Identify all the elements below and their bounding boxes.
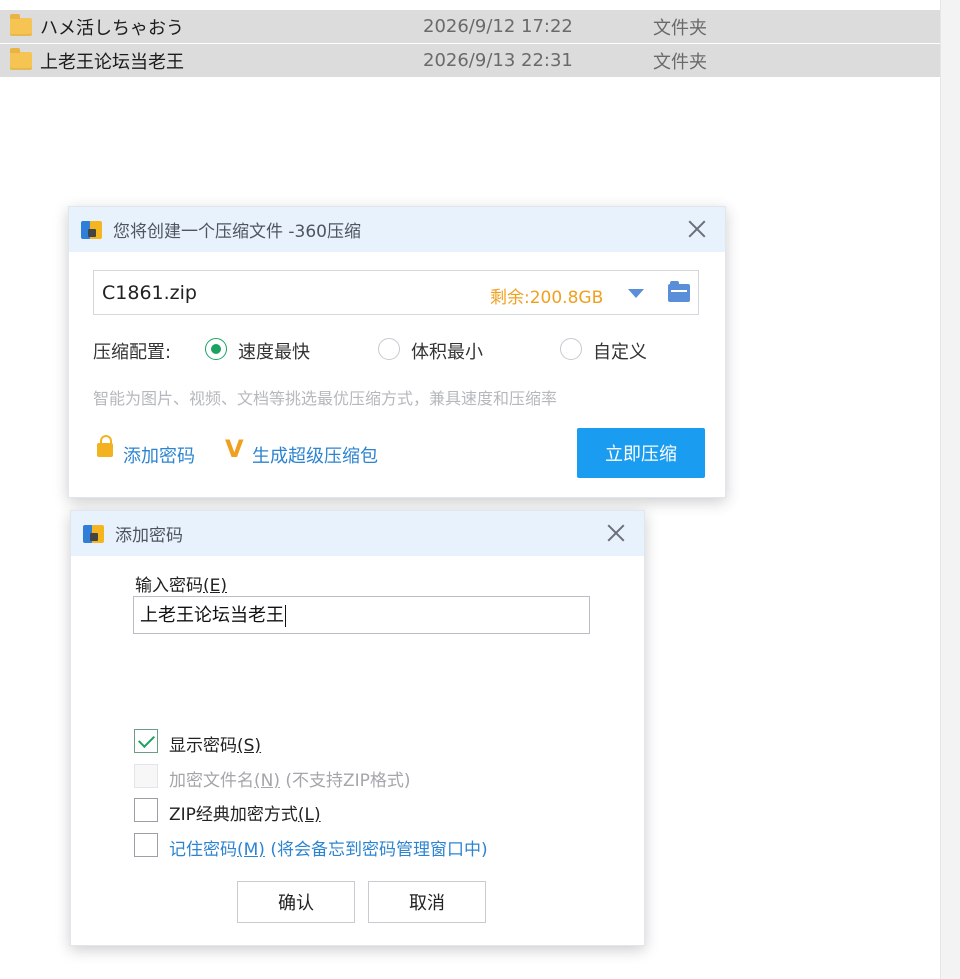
add-password-dialog: 添加密码 输入密码(E) 上老王论坛当老王 显示密码(S) 加密文件名(N) (… [70, 510, 645, 946]
radio-smallest[interactable] [378, 338, 400, 360]
archive-app-icon [83, 523, 105, 545]
output-path-field[interactable]: C1861.zip 剩余:200.8GB [93, 270, 699, 315]
zip-classic-encryption-checkbox[interactable] [134, 798, 158, 822]
file-type: 文件夹 [653, 51, 707, 73]
password-dialog-title: 添加密码 [115, 526, 183, 546]
file-row[interactable]: ハメ活しちゃおう 2026/9/12 17:22 文件夹 [0, 10, 940, 43]
radio-fastest[interactable] [205, 338, 227, 360]
archive-app-icon [81, 219, 103, 241]
lock-icon[interactable] [97, 435, 113, 457]
file-row[interactable]: 上老王论坛当老王 2026/9/13 22:31 文件夹 [0, 44, 940, 77]
password-input-label: 输入密码(E) [135, 576, 228, 596]
radio-smallest-label[interactable]: 体积最小 [411, 338, 483, 364]
browse-folder-icon[interactable] [668, 281, 690, 302]
radio-fastest-label[interactable]: 速度最快 [238, 338, 310, 364]
add-password-link[interactable]: 添加密码 [123, 442, 195, 468]
encrypt-filenames-label: 加密文件名(N) (不支持ZIP格式) [169, 771, 411, 791]
file-type: 文件夹 [653, 17, 707, 39]
super-pack-link[interactable]: 生成超级压缩包 [252, 442, 378, 468]
folder-icon [10, 13, 32, 36]
close-icon[interactable] [685, 217, 709, 241]
window-edge-strip [940, 0, 960, 979]
text-caret [285, 605, 286, 627]
confirm-button[interactable]: 确认 [237, 881, 355, 923]
encrypt-filenames-checkbox[interactable] [134, 764, 158, 788]
show-password-checkbox[interactable] [134, 729, 158, 753]
password-dialog-titlebar[interactable]: 添加密码 [71, 511, 644, 556]
remember-password-label[interactable]: 记住密码(M) (将会备忘到密码管理窗口中) [169, 835, 488, 860]
dropdown-arrow-icon[interactable] [628, 289, 644, 298]
file-name: ハメ活しちゃおう [40, 17, 184, 39]
compress-dialog: 您将创建一个压缩文件 -360压缩 C1861.zip 剩余:200.8GB 压… [68, 206, 726, 498]
compress-hint: 智能为图片、视频、文档等挑选最优压缩方式，兼具速度和压缩率 [93, 389, 558, 408]
folder-icon [10, 47, 32, 70]
file-name: 上老王论坛当老王 [40, 51, 184, 73]
remember-password-checkbox[interactable] [134, 833, 158, 857]
output-filename[interactable]: C1861.zip [102, 282, 197, 304]
compress-now-button[interactable]: 立即压缩 [577, 428, 705, 478]
compress-dialog-title: 您将创建一个压缩文件 -360压缩 [113, 222, 361, 242]
compress-dialog-titlebar[interactable]: 您将创建一个压缩文件 -360压缩 [69, 207, 725, 252]
show-password-label[interactable]: 显示密码(S) [169, 731, 261, 756]
zip-classic-encryption-label[interactable]: ZIP经典加密方式(L) [169, 800, 321, 825]
file-date: 2026/9/12 17:22 [423, 16, 573, 37]
v-super-icon[interactable]: V [225, 435, 244, 463]
password-input[interactable]: 上老王论坛当老王 [133, 596, 590, 634]
cancel-button[interactable]: 取消 [368, 881, 486, 923]
radio-custom-label[interactable]: 自定义 [593, 338, 647, 364]
file-date: 2026/9/13 22:31 [423, 50, 573, 71]
compress-config-label: 压缩配置: [93, 342, 172, 363]
close-icon[interactable] [604, 521, 628, 545]
remaining-space: 剩余:200.8GB [490, 288, 604, 308]
radio-custom[interactable] [560, 338, 582, 360]
